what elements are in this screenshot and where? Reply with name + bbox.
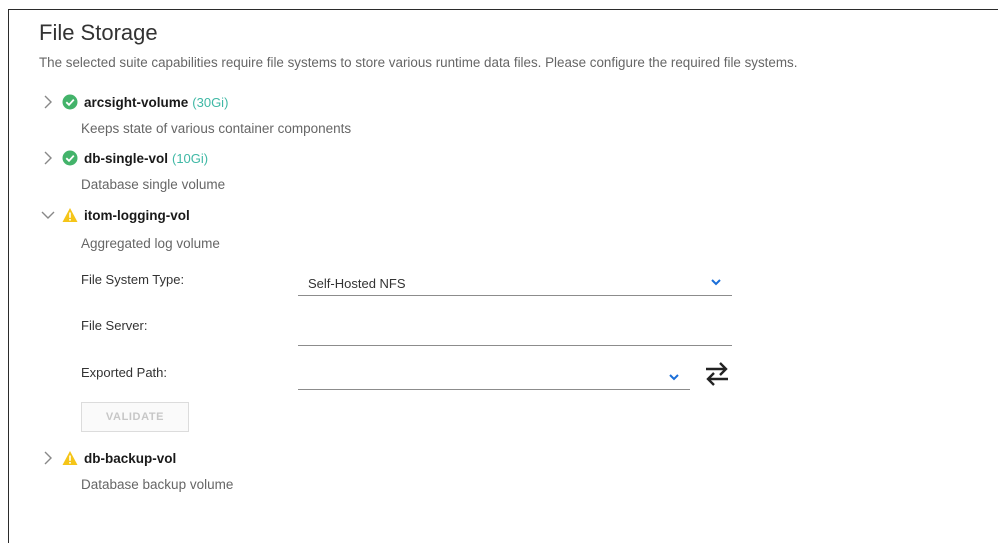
volume-row-db-backup-vol[interactable]: db-backup-vol: [39, 448, 176, 468]
volume-name[interactable]: itom-logging-vol: [84, 208, 190, 223]
chevron-right-icon[interactable]: [39, 449, 57, 467]
volume-name[interactable]: db-single-vol: [84, 151, 168, 166]
swap-arrows-icon[interactable]: [700, 357, 734, 391]
volume-description: Database single volume: [81, 177, 226, 192]
warning-triangle-icon: [61, 206, 79, 224]
volume-row-itom-logging-vol[interactable]: itom-logging-vol: [39, 205, 190, 225]
page-description: The selected suite capabilities require …: [39, 55, 798, 70]
file-system-type-label: File System Type:: [81, 272, 185, 287]
file-server-label: File Server:: [81, 318, 148, 333]
check-circle-icon: [61, 149, 79, 167]
warning-triangle-icon: [61, 449, 79, 467]
volume-description: Keeps state of various container compone…: [81, 121, 352, 136]
exported-path-select[interactable]: [298, 366, 690, 390]
chevron-down-icon[interactable]: [710, 275, 722, 293]
volume-description: Aggregated log volume: [81, 236, 220, 251]
check-circle-icon: [61, 93, 79, 111]
chevron-down-icon[interactable]: [39, 206, 57, 224]
exported-path-label: Exported Path:: [81, 365, 167, 380]
volume-row-arcsight-volume[interactable]: arcsight-volume (30Gi): [39, 92, 228, 112]
file-system-type-value: Self-Hosted NFS: [308, 276, 406, 291]
volume-row-db-single-vol[interactable]: db-single-vol (10Gi): [39, 148, 208, 168]
volume-size: (10Gi): [172, 150, 209, 166]
validate-button[interactable]: VALIDATE: [81, 402, 189, 432]
volume-description: Database backup volume: [81, 477, 234, 492]
volume-size: (30Gi): [192, 94, 229, 110]
chevron-right-icon[interactable]: [39, 93, 57, 111]
chevron-right-icon[interactable]: [39, 149, 57, 167]
volume-name[interactable]: db-backup-vol: [84, 451, 176, 466]
file-system-type-select[interactable]: Self-Hosted NFS: [298, 272, 732, 296]
chevron-down-icon[interactable]: [668, 370, 680, 388]
page-title: File Storage: [39, 20, 158, 45]
file-server-input[interactable]: [298, 320, 732, 346]
volume-name[interactable]: arcsight-volume: [84, 95, 188, 110]
